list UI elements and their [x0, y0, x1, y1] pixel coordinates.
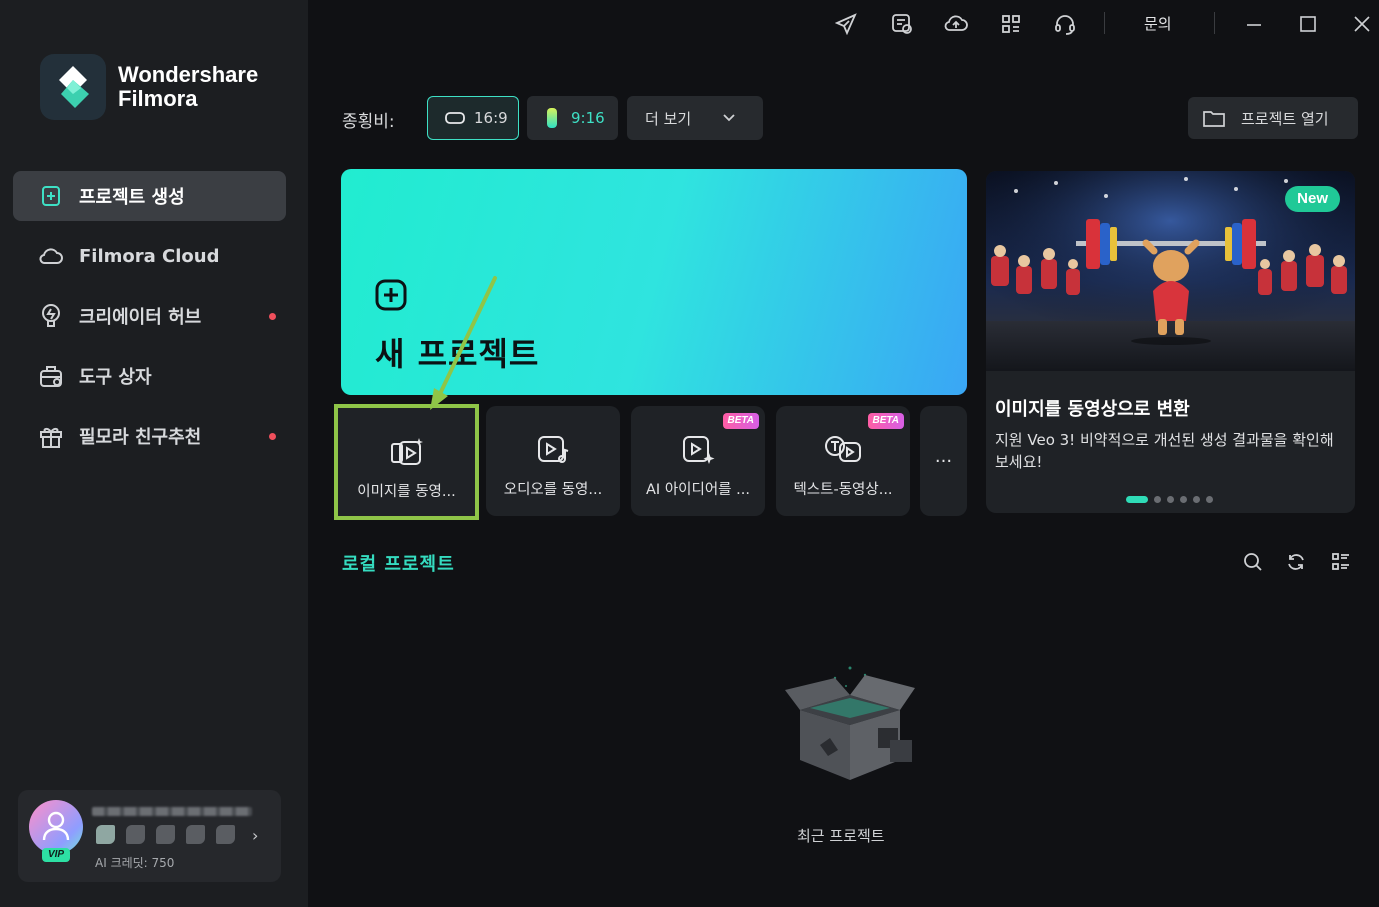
tool-label: 오디오를 동영...	[503, 482, 603, 498]
maximize-icon[interactable]	[1294, 10, 1322, 38]
badge-icon	[186, 825, 205, 844]
chevron-down-icon	[723, 114, 735, 122]
portrait-icon	[547, 108, 557, 128]
membership-badges	[96, 825, 235, 844]
more-ratios-label: 더 보기	[645, 109, 692, 128]
promo-description: 지원 Veo 3! 비약적으로 개선된 생성 결과물을 확인해 보세요!	[995, 431, 1334, 471]
tool-label: AI 아이디어를 ...	[646, 482, 750, 498]
toolbar-divider	[1104, 12, 1105, 34]
search-icon[interactable]	[1240, 549, 1266, 575]
avatar	[29, 800, 83, 854]
sidebar-item-creator-hub[interactable]: 크리에이터 허브	[13, 291, 286, 341]
sidebar-item-label: 크리에이터 허브	[79, 307, 202, 328]
promo-title: 이미지를 동영상으로 변환	[995, 399, 1190, 420]
beta-badge: BETA	[722, 413, 759, 429]
audio-to-video-tool[interactable]: 오디오를 동영...	[486, 406, 620, 516]
open-project-button[interactable]: 프로젝트 열기	[1188, 97, 1358, 139]
filmora-logo-icon	[40, 54, 106, 120]
notification-dot	[269, 313, 276, 320]
image-to-video-icon	[390, 438, 423, 465]
sidebar-item-filmora-cloud[interactable]: Filmora Cloud	[13, 231, 286, 281]
carousel-dot[interactable]	[1180, 496, 1187, 503]
toolbox-icon	[37, 362, 65, 390]
badge-icon	[216, 825, 235, 844]
sidebar-nav: 프로젝트 생성 Filmora Cloud 크리에이터 허브 도구 상자 필모라…	[13, 171, 286, 471]
app-logo: Wondershare Filmora	[40, 54, 258, 120]
task-list-icon[interactable]	[888, 10, 916, 38]
new-project-card[interactable]: 새 프로젝트	[341, 169, 967, 395]
close-icon[interactable]	[1348, 10, 1376, 38]
aspect-ratio-label: 종횡비:	[342, 112, 395, 132]
audio-to-video-icon	[538, 436, 569, 463]
carousel-dot[interactable]	[1126, 496, 1148, 503]
gift-icon	[37, 422, 65, 450]
promo-banner[interactable]: New 이미지를 동영상으로 변환 지원 Veo 3! 비약적으로 개선된 생성…	[986, 171, 1355, 513]
text-to-video-tool[interactable]: BETA 텍스트-동영상...	[776, 406, 910, 516]
new-project-title: 새 프로젝트	[375, 335, 540, 373]
tool-label: 이미지를 동영...	[357, 484, 456, 500]
local-projects-title: 로컬 프로젝트	[342, 554, 455, 575]
sidebar-item-toolbox[interactable]: 도구 상자	[13, 351, 286, 401]
bulb-icon	[37, 302, 65, 330]
carousel-indicator[interactable]	[1126, 496, 1213, 503]
vip-badge: VIP	[42, 848, 70, 862]
sidebar-item-create-project[interactable]: 프로젝트 생성	[13, 171, 286, 221]
beta-badge: BETA	[867, 413, 904, 429]
promo-image-weightlifting-cat: New	[986, 171, 1355, 371]
aspect-16-9-label: 16:9	[474, 109, 508, 127]
sidebar-item-label: 도구 상자	[79, 367, 152, 388]
list-view-icon[interactable]	[1328, 549, 1354, 575]
ai-idea-icon	[683, 436, 715, 464]
tool-label: 텍스트-동영상...	[793, 482, 893, 498]
chevron-right-icon[interactable]: ›	[252, 826, 258, 845]
inquiry-button[interactable]: 문의	[1144, 13, 1172, 34]
sidebar-item-refer-friend[interactable]: 필모라 친구추천	[13, 411, 286, 461]
ai-credits: AI 크레딧: 750	[95, 856, 175, 870]
carousel-dot[interactable]	[1167, 496, 1174, 503]
aspect-9-16-button[interactable]: 9:16	[527, 96, 618, 140]
aspect-16-9-button[interactable]: 16:9	[427, 96, 519, 140]
new-badge: New	[1285, 186, 1340, 212]
add-project-icon	[37, 182, 65, 210]
headset-support-icon[interactable]	[1051, 10, 1079, 38]
refresh-icon[interactable]	[1283, 549, 1309, 575]
sidebar-item-label: 프로젝트 생성	[79, 187, 185, 208]
plus-square-icon	[375, 279, 407, 311]
cloud-upload-icon[interactable]	[942, 10, 970, 38]
badge-icon	[126, 825, 145, 844]
empty-box-icon	[785, 666, 915, 780]
toolbar-divider	[1214, 12, 1215, 34]
aspect-9-16-label: 9:16	[571, 109, 605, 127]
ai-idea-to-video-tool[interactable]: BETA AI 아이디어를 ...	[631, 406, 765, 516]
notification-dot	[269, 433, 276, 440]
image-to-video-tool[interactable]: 이미지를 동영...	[334, 404, 479, 520]
sidebar-item-label: 필모라 친구추천	[79, 427, 202, 448]
cloud-icon	[37, 242, 65, 270]
user-account-card[interactable]: VIP › AI 크레딧: 750	[18, 790, 281, 882]
send-feedback-icon[interactable]	[832, 10, 860, 38]
brand-line2: Filmora	[118, 86, 198, 111]
more-dots-icon: ···	[934, 450, 953, 472]
more-ratios-dropdown[interactable]: 더 보기	[627, 96, 763, 140]
carousel-dot[interactable]	[1206, 496, 1213, 503]
text-to-video-icon	[825, 436, 861, 462]
sidebar: Wondershare Filmora 프로젝트 생성 Filmora Clou…	[0, 0, 308, 907]
carousel-dot[interactable]	[1154, 496, 1161, 503]
folder-icon	[1203, 111, 1225, 127]
apps-grid-icon[interactable]	[997, 10, 1025, 38]
more-tools-button[interactable]: ···	[920, 406, 967, 516]
open-project-label: 프로젝트 열기	[1241, 109, 1329, 128]
carousel-dot[interactable]	[1193, 496, 1200, 503]
empty-recent-projects-label: 최근 프로젝트	[797, 827, 885, 845]
user-name-redacted	[92, 807, 252, 816]
badge-icon	[96, 825, 115, 844]
minimize-icon[interactable]	[1240, 10, 1268, 38]
badge-icon	[156, 825, 175, 844]
landscape-icon	[445, 112, 465, 124]
brand-line1: Wondershare	[118, 62, 259, 87]
sidebar-item-label: Filmora Cloud	[79, 245, 220, 267]
